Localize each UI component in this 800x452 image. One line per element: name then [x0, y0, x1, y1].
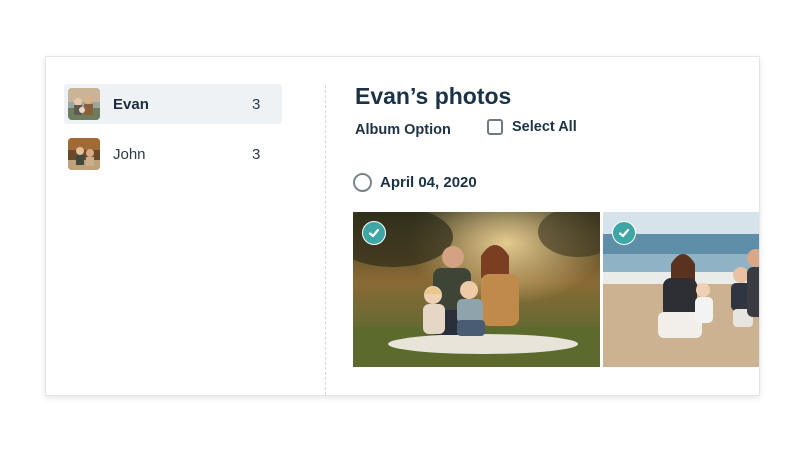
- page-title: Evan’s photos: [355, 83, 512, 109]
- photo-count: 3: [252, 145, 261, 163]
- select-all-checkbox[interactable]: Select All: [487, 119, 577, 135]
- date-group-select[interactable]: April 04, 2020: [353, 173, 477, 192]
- radio-icon[interactable]: [353, 173, 372, 192]
- selected-check-icon[interactable]: [362, 221, 386, 245]
- photo-thumbnail[interactable]: [603, 212, 759, 367]
- selected-check-icon[interactable]: [612, 221, 636, 245]
- avatar: [68, 88, 100, 120]
- select-all-label: Select All: [512, 119, 577, 135]
- family-park-photo: [353, 212, 600, 367]
- avatar: [68, 138, 100, 170]
- people-photos-panel: Evan 3 John 3 Evan’s photos Album Option…: [45, 56, 760, 396]
- people-sidebar: Evan 3 John 3: [46, 57, 326, 395]
- panel-divider: [325, 85, 326, 395]
- album-option-button[interactable]: Album Option: [355, 122, 451, 138]
- person-item-evan[interactable]: Evan 3: [64, 84, 282, 124]
- photo-count: 3: [252, 95, 261, 113]
- person-name: John: [113, 145, 146, 163]
- photos-main: Evan’s photos Album Option Select All Ap…: [353, 57, 759, 395]
- photo-thumbnail[interactable]: [353, 212, 600, 367]
- person-item-john[interactable]: John 3: [64, 134, 282, 174]
- person-name: Evan: [113, 95, 149, 113]
- date-label: April 04, 2020: [380, 174, 477, 191]
- checkbox-icon[interactable]: [487, 119, 503, 135]
